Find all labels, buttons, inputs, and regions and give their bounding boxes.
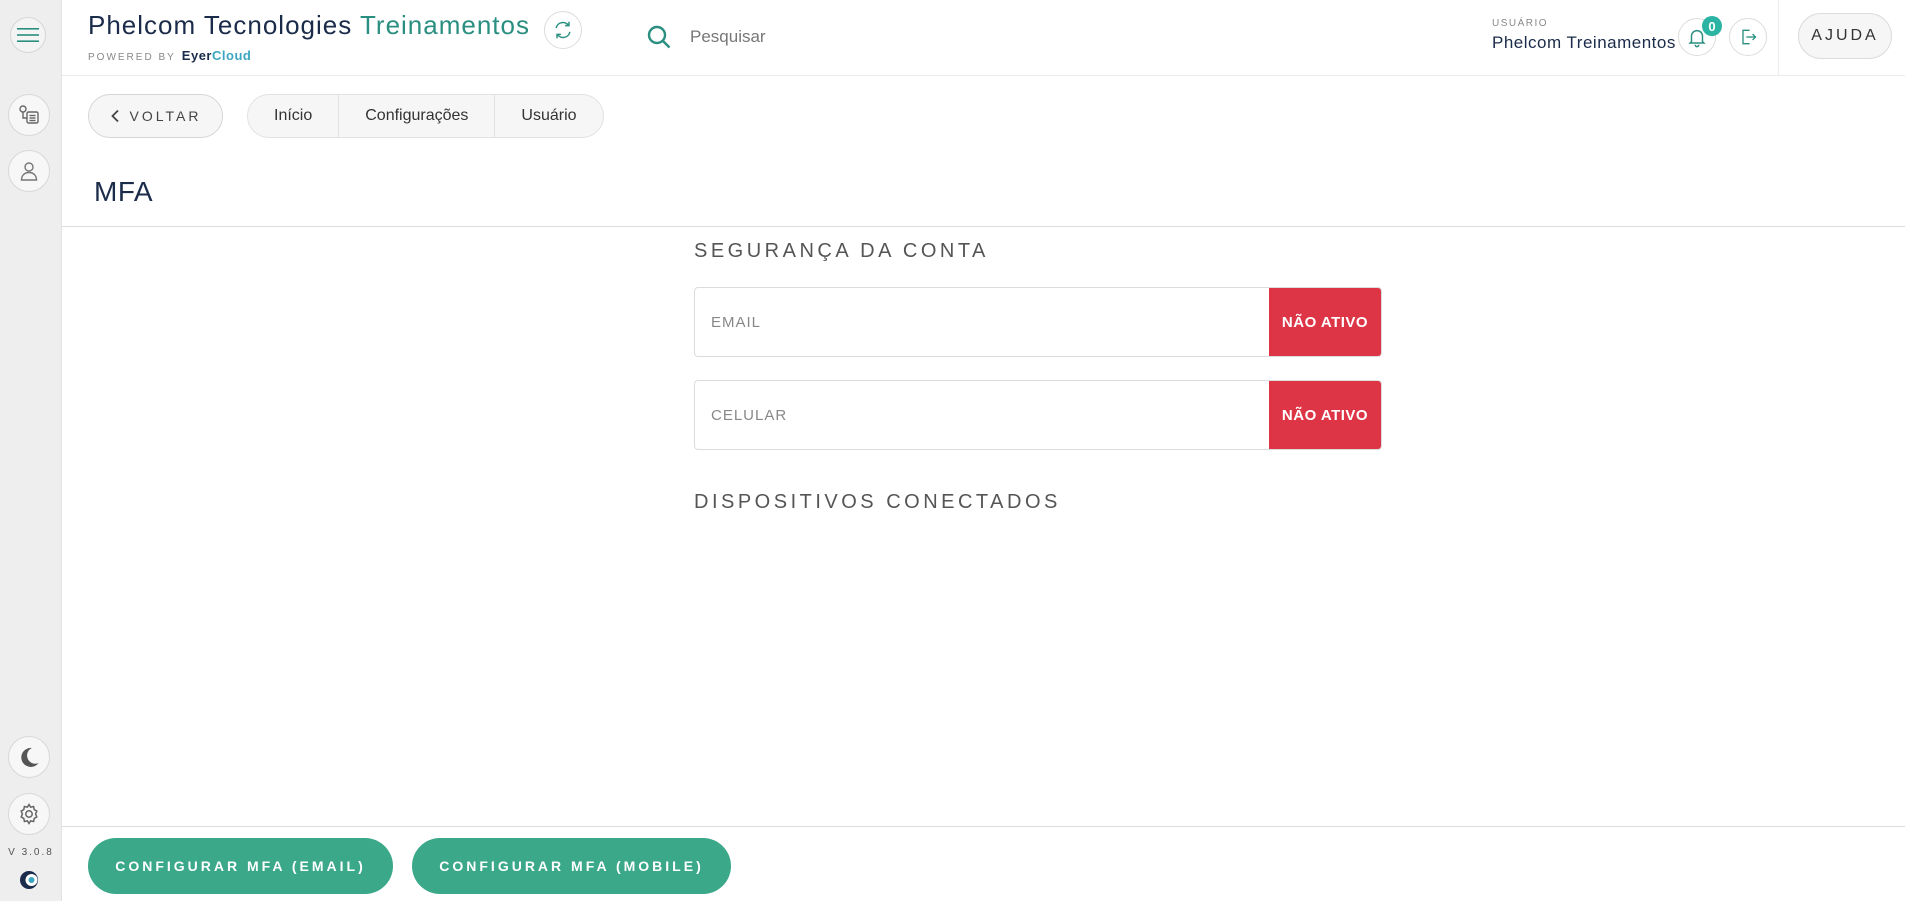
user-name: Phelcom Treinamentos bbox=[1492, 33, 1676, 52]
configure-mfa-mobile-button[interactable]: CONFIGURAR MFA (MOBILE) bbox=[412, 838, 731, 894]
chevron-left-icon bbox=[110, 109, 119, 123]
moon-icon bbox=[21, 747, 39, 767]
back-label: VOLTAR bbox=[129, 108, 202, 124]
title-divider bbox=[62, 226, 1905, 227]
person-icon bbox=[20, 162, 38, 181]
eyercloud-logo-icon bbox=[20, 871, 38, 889]
menu-button[interactable] bbox=[10, 17, 46, 53]
dark-mode-toggle[interactable] bbox=[8, 736, 50, 778]
connected-devices-title: DISPOSITIVOS CONECTADOS bbox=[694, 491, 1061, 513]
search-icon bbox=[647, 25, 671, 49]
mfa-mobile-row: CELULAR NÃO ATIVO bbox=[694, 380, 1382, 450]
mfa-email-label: EMAIL bbox=[711, 313, 762, 331]
app-title: Phelcom Tecnologies Treinamentos bbox=[88, 10, 530, 41]
left-rail: V 3.0.8 bbox=[0, 0, 62, 901]
page-title: MFA bbox=[94, 176, 154, 207]
mfa-mobile-label: CELULAR bbox=[711, 406, 788, 424]
header-divider bbox=[1778, 0, 1779, 76]
top-header: Phelcom Tecnologies Treinamentos POWERED… bbox=[62, 0, 1905, 76]
patients-button[interactable] bbox=[8, 150, 50, 192]
powered-by: POWERED BY EyerCloud bbox=[88, 48, 251, 63]
notification-count-badge: 0 bbox=[1702, 16, 1722, 36]
breadcrumb-item-configuracoes[interactable]: Configurações bbox=[339, 94, 496, 138]
mfa-mobile-status-badge: NÃO ATIVO bbox=[1269, 381, 1381, 449]
app-title-main: Phelcom Tecnologies bbox=[88, 10, 353, 40]
hamburger-icon bbox=[17, 28, 39, 42]
mfa-email-row: EMAIL NÃO ATIVO bbox=[694, 287, 1382, 357]
gear-icon bbox=[20, 803, 38, 825]
search-input[interactable] bbox=[690, 22, 1070, 52]
breadcrumb-item-usuario[interactable]: Usuário bbox=[495, 94, 602, 138]
version-label: V 3.0.8 bbox=[8, 847, 54, 858]
configure-mfa-email-button[interactable]: CONFIGURAR MFA (EMAIL) bbox=[88, 838, 393, 894]
user-label: USUÁRIO bbox=[1492, 18, 1549, 29]
account-security-title: SEGURANÇA DA CONTA bbox=[694, 240, 989, 262]
settings-button[interactable] bbox=[8, 793, 50, 835]
exam-list-icon bbox=[19, 105, 39, 124]
help-button[interactable]: AJUDA bbox=[1798, 13, 1892, 59]
powered-by-label: POWERED BY bbox=[88, 52, 176, 63]
logout-icon bbox=[1742, 29, 1757, 45]
sync-button[interactable] bbox=[544, 11, 582, 49]
app-title-accent: Treinamentos bbox=[360, 10, 530, 40]
mfa-email-status-badge: NÃO ATIVO bbox=[1269, 288, 1381, 356]
footer-divider bbox=[62, 826, 1905, 827]
back-button[interactable]: VOLTAR bbox=[88, 94, 223, 138]
exam-list-button[interactable] bbox=[8, 94, 50, 136]
brand-cloud: Cloud bbox=[212, 48, 252, 63]
logout-button[interactable] bbox=[1729, 18, 1767, 56]
brand-eyer: Eyer bbox=[181, 48, 212, 63]
breadcrumb-item-inicio[interactable]: Início bbox=[248, 94, 340, 138]
breadcrumb: Início Configurações Usuário bbox=[247, 94, 604, 138]
sync-icon bbox=[555, 21, 571, 39]
